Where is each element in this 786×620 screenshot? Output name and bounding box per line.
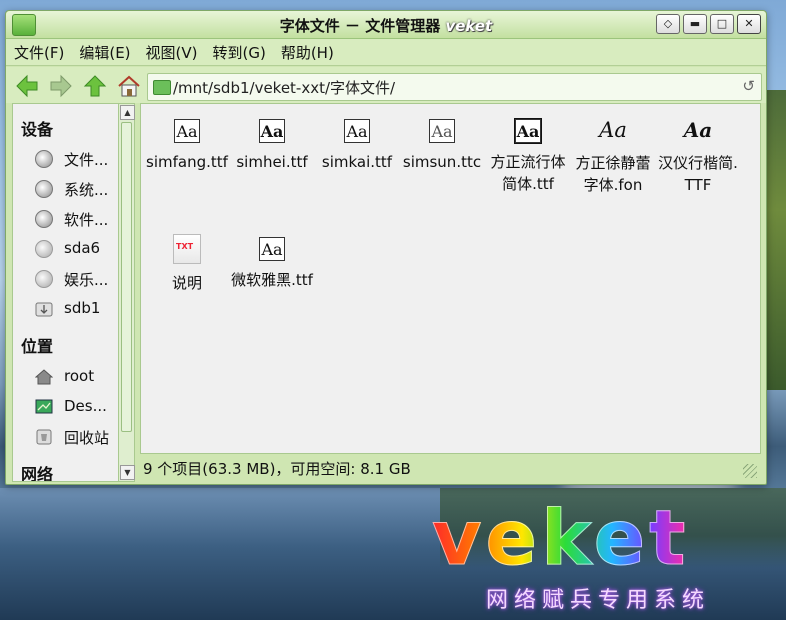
font-file-icon: Aa — [259, 119, 285, 143]
drive-icon — [35, 180, 53, 198]
sidebar-item-trash[interactable]: 回收站 — [35, 426, 119, 448]
file-item[interactable]: TXT 说明 — [145, 234, 229, 294]
text-file-icon: TXT — [173, 234, 201, 264]
sidebar-item-device[interactable]: sdb1 — [35, 298, 119, 320]
drive-icon — [35, 210, 53, 228]
font-file-icon: Aa — [599, 118, 627, 142]
font-file-icon: Aa — [514, 118, 542, 144]
minimize-button[interactable]: ▬ — [683, 14, 707, 34]
sidebar-item-label: 软件... — [64, 211, 109, 229]
toolbar: /mnt/sdb1/veket-xxt/字体文件/ ↺ — [6, 67, 766, 103]
title-bar[interactable]: 字体文件 － 文件管理器 veket ◇ ▬ □ ✕ — [6, 11, 766, 39]
home-icon[interactable] — [116, 73, 142, 99]
menu-bar: 文件(F) 编辑(E) 视图(V) 转到(G) 帮助(H) — [6, 39, 766, 65]
drive-icon — [35, 240, 53, 258]
sidebar-heading-devices: 设备 — [21, 120, 54, 139]
window-title-main: 字体文件 － 文件管理器 — [279, 17, 441, 35]
right-arrow-icon[interactable] — [48, 73, 74, 99]
path-input[interactable]: /mnt/sdb1/veket-xxt/字体文件/ — [173, 77, 395, 98]
file-item[interactable]: Aa 方正流行体简体.ttf — [486, 116, 570, 195]
refresh-icon[interactable]: ↺ — [742, 77, 755, 95]
sidebar-item-label: 回收站 — [64, 429, 110, 447]
sidebar-item-label: sda6 — [64, 239, 101, 257]
font-file-icon: Aa — [683, 118, 713, 142]
drive-icon — [35, 150, 53, 168]
sidebar-item-device[interactable]: 娱乐... — [35, 268, 119, 290]
font-file-icon: Aa — [259, 237, 285, 261]
menu-edit[interactable]: 编辑(E) — [71, 42, 137, 63]
sidebar-scrollbar[interactable]: ▲ ▼ — [118, 103, 135, 482]
status-text: 9 个项目(63.3 MB)，可用空间: 8.1 GB — [143, 460, 411, 478]
usb-drive-icon — [35, 302, 53, 317]
menu-file[interactable]: 文件(F) — [6, 42, 71, 63]
drive-icon — [35, 270, 53, 288]
sidebar-heading-network: 网络 — [21, 465, 54, 482]
window-controls: ◇ ▬ □ ✕ — [656, 14, 761, 34]
close-button[interactable]: ✕ — [737, 14, 761, 34]
file-item[interactable]: Aa 汉仪行楷简.TTF — [656, 116, 740, 196]
up-arrow-icon[interactable] — [82, 73, 108, 99]
path-bar[interactable]: /mnt/sdb1/veket-xxt/字体文件/ ↺ — [147, 73, 762, 101]
folder-icon — [153, 80, 171, 95]
file-name: 微软雅黑.ttf — [231, 271, 313, 289]
scroll-up-icon[interactable]: ▲ — [120, 105, 135, 120]
sidebar-item-device[interactable]: 系统... — [35, 178, 119, 200]
sidebar-item-device[interactable]: sda6 — [35, 238, 119, 260]
file-name: 汉仪行楷简.TTF — [658, 154, 738, 194]
veket-subtitle: 网络赋兵专用系统 — [486, 588, 711, 613]
file-item[interactable]: Aa 微软雅黑.ttf — [230, 234, 314, 291]
home-icon — [35, 369, 53, 385]
menu-go[interactable]: 转到(G) — [205, 42, 273, 63]
file-name: simhei.ttf — [236, 153, 308, 171]
sidebar-item-label: 文件... — [64, 151, 109, 169]
font-file-icon: Aa — [344, 119, 370, 143]
sidebar-item-root[interactable]: root — [35, 366, 119, 388]
sidebar-heading-places: 位置 — [21, 337, 54, 356]
sidebar-item-label: sdb1 — [64, 299, 101, 317]
window-title-brand: veket — [445, 17, 493, 35]
file-item[interactable]: Aa simfang.ttf — [145, 116, 229, 173]
sidebar-item-label: root — [64, 367, 95, 385]
file-name: 方正徐静蕾字体.fon — [575, 154, 651, 194]
resize-grip-icon[interactable] — [743, 464, 757, 478]
sidebar-item-label: 娱乐... — [64, 271, 109, 289]
font-file-icon: Aa — [429, 119, 455, 143]
file-item[interactable]: Aa 方正徐静蕾字体.fon — [571, 116, 655, 196]
sidebar-item-device[interactable]: 软件... — [35, 208, 119, 230]
maximize-button[interactable]: □ — [710, 14, 734, 34]
desktop-icon — [35, 399, 53, 414]
file-name: simkai.ttf — [321, 153, 393, 171]
file-manager-window: 字体文件 － 文件管理器 veket ◇ ▬ □ ✕ 文件(F) 编辑(E) 视… — [5, 10, 767, 485]
file-view: Aa simfang.ttf Aa simhei.ttf Aa simkai.t… — [140, 103, 761, 454]
menu-divider — [6, 65, 766, 66]
window-title: 字体文件 － 文件管理器 veket — [6, 15, 766, 36]
sidebar-item-device[interactable]: 文件... — [35, 148, 119, 170]
menu-help[interactable]: 帮助(H) — [273, 42, 341, 63]
file-item[interactable]: Aa simkai.ttf — [315, 116, 399, 173]
scroll-thumb[interactable] — [121, 122, 132, 432]
sidebar-item-label: Des... — [64, 397, 107, 415]
file-name: simfang.ttf — [146, 153, 228, 171]
mountain-scenery — [766, 90, 786, 390]
menu-view[interactable]: 视图(V) — [138, 42, 205, 63]
sticky-button[interactable]: ◇ — [656, 14, 680, 34]
status-bar: 9 个项目(63.3 MB)，可用空间: 8.1 GB — [140, 454, 759, 481]
font-file-icon: Aa — [174, 119, 200, 143]
file-name: simsun.ttc — [402, 153, 482, 171]
veket-logo: veket — [431, 493, 690, 582]
sidebar-item-label: 系统... — [64, 181, 109, 199]
file-name: 说明 — [171, 274, 202, 292]
file-item[interactable]: Aa simhei.ttf — [230, 116, 314, 173]
trash-icon — [36, 429, 52, 445]
sidebar-item-desktop[interactable]: Des... — [35, 396, 119, 418]
sidebar: 设备 文件... 系统... 软件... sda6 娱乐... sdb1 位置 … — [12, 103, 120, 482]
file-item[interactable]: Aa simsun.ttc — [400, 116, 484, 173]
left-arrow-icon[interactable] — [14, 73, 40, 99]
scroll-down-icon[interactable]: ▼ — [120, 465, 135, 480]
file-name: 方正流行体简体.ttf — [490, 153, 566, 193]
